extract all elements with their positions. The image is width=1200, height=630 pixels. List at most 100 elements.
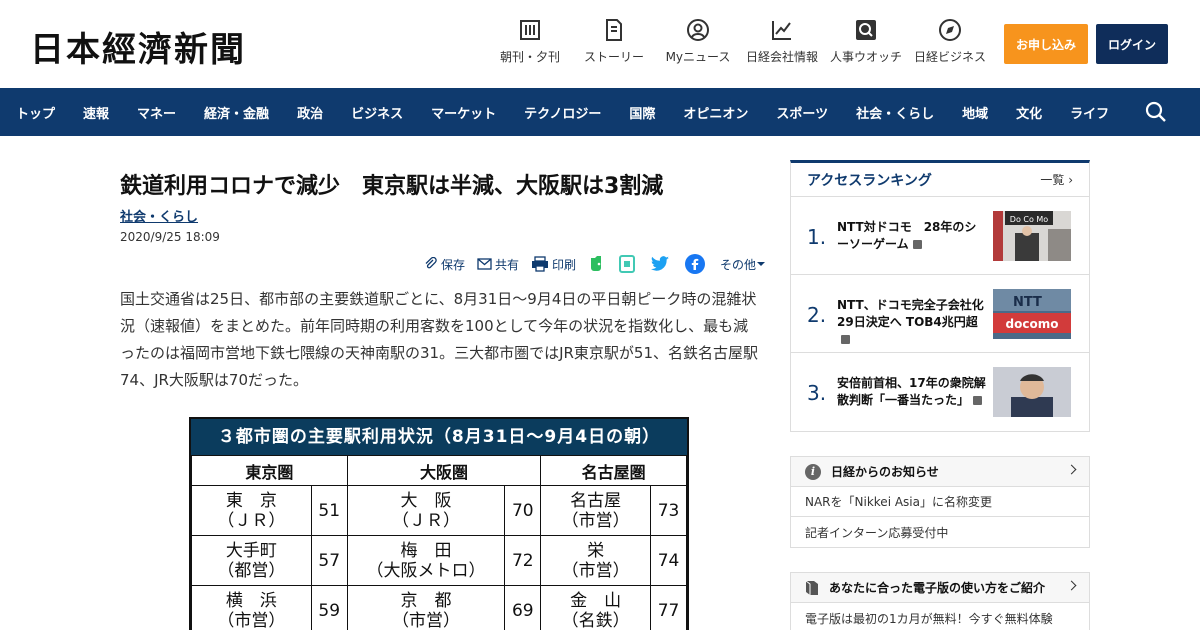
evernote-icon — [591, 256, 602, 271]
index-cell: 57 — [310, 535, 348, 586]
nav-item-region[interactable]: 地域 — [962, 103, 988, 122]
header-nav-mynews[interactable]: Myニュース — [656, 18, 740, 65]
table-header: 東京圏 — [191, 455, 348, 486]
guide-header[interactable]: あなたに合った電子版の使い方をご紹介 — [791, 573, 1089, 603]
note-button[interactable] — [619, 255, 638, 273]
search-icon — [856, 20, 876, 40]
notice-item[interactable]: NARを「Nikkei Asia」に名称変更 — [791, 487, 1089, 517]
search-icon[interactable] — [1144, 100, 1168, 124]
share-button[interactable]: 共有 — [477, 256, 519, 273]
site-header: 日本經濟新聞 朝刊・夕刊 ストーリー Myニュース 日経会社情報 人事ウオッチ … — [0, 0, 1200, 88]
apply-button[interactable]: お申し込み — [1004, 24, 1088, 64]
ranking-thumbnail: NTT docomo — [993, 289, 1071, 339]
notice-header[interactable]: i 日経からのお知らせ — [791, 457, 1089, 487]
document-icon — [606, 19, 622, 41]
nav-item-culture[interactable]: 文化 — [1016, 103, 1042, 122]
article-category-link[interactable]: 社会・くらし — [120, 206, 198, 225]
ranking-thumbnail: Do Co Mo — [993, 211, 1071, 261]
station-usage-table: ３都市圏の主要駅利用状況（8月31日～9月4日の朝） 東京圏 大阪圏 名古屋圏 … — [189, 417, 689, 630]
header-nav-label: ストーリー — [583, 50, 644, 64]
share-label: 共有 — [495, 257, 520, 272]
ranking-number: 3. — [807, 381, 827, 405]
header-nav-edition[interactable]: 朝刊・夕刊 — [488, 18, 572, 65]
header-nav: 朝刊・夕刊 ストーリー Myニュース 日経会社情報 人事ウオッチ 日経ビジネス — [488, 18, 992, 65]
nav-item-opinion[interactable]: オピニオン — [683, 103, 748, 122]
ranking-thumbnail — [993, 367, 1071, 417]
index-cell: 77 — [650, 585, 687, 630]
station-cell: 大手町 （都営） — [191, 535, 312, 586]
index-cell: 59 — [310, 585, 348, 630]
index-cell: 72 — [504, 535, 542, 586]
nav-item-breaking[interactable]: 速報 — [83, 103, 109, 122]
station-cell: 金 山（名鉄） — [540, 585, 652, 630]
save-button[interactable]: 保存 — [424, 256, 465, 273]
ranking-item[interactable]: 1. NTT対ドコモ 28年のシーソーゲーム Do Co Mo — [791, 197, 1089, 275]
login-button[interactable]: ログイン — [1096, 24, 1168, 64]
nav-item-international[interactable]: 国際 — [629, 103, 655, 122]
index-cell: 70 — [504, 485, 542, 536]
site-logo[interactable]: 日本經濟新聞 — [30, 22, 246, 71]
ranking-header: アクセスランキング 一覧 › — [791, 163, 1089, 197]
nav-item-sports[interactable]: スポーツ — [776, 103, 828, 122]
station-cell: 京 都（市営） — [346, 585, 506, 630]
table-row: 東 京（ＪＲ） 51 大 阪（ＪＲ） 70 名古屋 （市営） 73 — [191, 485, 687, 536]
facebook-icon — [685, 254, 706, 274]
notice-item[interactable]: 記者インターン応募受付中 — [791, 517, 1089, 547]
nav-item-society[interactable]: 社会・くらし — [856, 103, 934, 122]
newspaper-icon — [520, 20, 540, 40]
station-cell: 梅 田（大阪メトロ） — [346, 535, 506, 586]
header-nav-company[interactable]: 日経会社情報 — [740, 18, 824, 65]
index-cell: 74 — [650, 535, 687, 586]
guide-item[interactable]: 電子版は最初の1カ月が無料！今すぐ無料体験 — [791, 603, 1089, 630]
chevron-right-icon — [1066, 464, 1077, 475]
nav-item-life[interactable]: ライフ — [1070, 103, 1109, 122]
chart-icon — [772, 21, 791, 40]
header-nav-label: Myニュース — [665, 50, 731, 64]
index-cell: 51 — [310, 485, 348, 536]
station-cell: 大 阪（ＪＲ） — [346, 485, 506, 536]
header-nav-label: 日経ビジネス — [913, 50, 986, 64]
other-share-dropdown[interactable]: その他 — [720, 256, 769, 273]
twitter-button[interactable] — [650, 255, 673, 273]
print-label: 印刷 — [552, 257, 577, 272]
nav-item-economy[interactable]: 経済・金融 — [204, 103, 269, 122]
ranking-item[interactable]: 3. 安倍前首相、17年の衆院解散判断「一番当たった」 — [791, 353, 1089, 431]
lock-icon — [841, 335, 850, 344]
category-nav: トップ 速報 マネー 経済・金融 政治 ビジネス マーケット テクノロジー 国際… — [0, 88, 1200, 136]
header-nav-business[interactable]: 日経ビジネス — [908, 18, 992, 65]
ranking-more-link[interactable]: 一覧 › — [1040, 171, 1073, 188]
notice-title: 日経からのお知らせ — [831, 465, 939, 479]
guide-title: あなたに合った電子版の使い方をご紹介 — [829, 581, 1046, 595]
index-cell: 69 — [504, 585, 542, 630]
nav-item-technology[interactable]: テクノロジー — [524, 103, 601, 122]
share-bar: 保存 共有 印刷 その他 — [424, 254, 781, 274]
header-nav-story[interactable]: ストーリー — [572, 18, 656, 65]
ranking-title: アクセスランキング — [807, 172, 932, 189]
header-nav-label: 人事ウオッチ — [829, 50, 902, 64]
nav-item-market[interactable]: マーケット — [431, 103, 496, 122]
svg-text:docomo: docomo — [1006, 317, 1059, 331]
station-cell: 名古屋 （市営） — [540, 485, 652, 536]
ranking-text: NTT、ドコモ完全子会社化 29日決定へ TOB4兆円超 — [837, 297, 987, 348]
nav-item-top[interactable]: トップ — [16, 103, 55, 122]
nikkei-notice: i 日経からのお知らせ NARを「Nikkei Asia」に名称変更 記者インタ… — [790, 456, 1090, 548]
ranking-number: 1. — [807, 225, 827, 249]
ranking-text: 安倍前首相、17年の衆院解散判断「一番当たった」 — [837, 376, 986, 407]
compass-icon — [939, 19, 961, 41]
table-header-row: 東京圏 大阪圏 名古屋圏 — [191, 455, 687, 486]
nav-item-politics[interactable]: 政治 — [297, 103, 323, 122]
other-label: その他 — [720, 257, 757, 272]
nav-item-business[interactable]: ビジネス — [351, 103, 403, 122]
facebook-button[interactable] — [685, 254, 708, 274]
table-row: 横 浜（市営） 59 京 都（市営） 69 金 山（名鉄） 77 — [191, 585, 687, 630]
ranking-item[interactable]: 2. NTT、ドコモ完全子会社化 29日決定へ TOB4兆円超 NTT docom… — [791, 275, 1089, 353]
print-button[interactable]: 印刷 — [531, 256, 576, 273]
evernote-button[interactable] — [588, 255, 607, 273]
svg-text:Do Co Mo: Do Co Mo — [1010, 215, 1049, 224]
table-header: 大阪圏 — [346, 455, 542, 486]
nav-item-money[interactable]: マネー — [137, 103, 176, 122]
clip-icon — [425, 257, 437, 269]
station-cell: 横 浜（市営） — [191, 585, 312, 630]
header-nav-personnel[interactable]: 人事ウオッチ — [824, 18, 908, 65]
article-title: 鉄道利用コロナで減少 東京駅は半減、大阪駅は3割減 — [120, 174, 664, 199]
